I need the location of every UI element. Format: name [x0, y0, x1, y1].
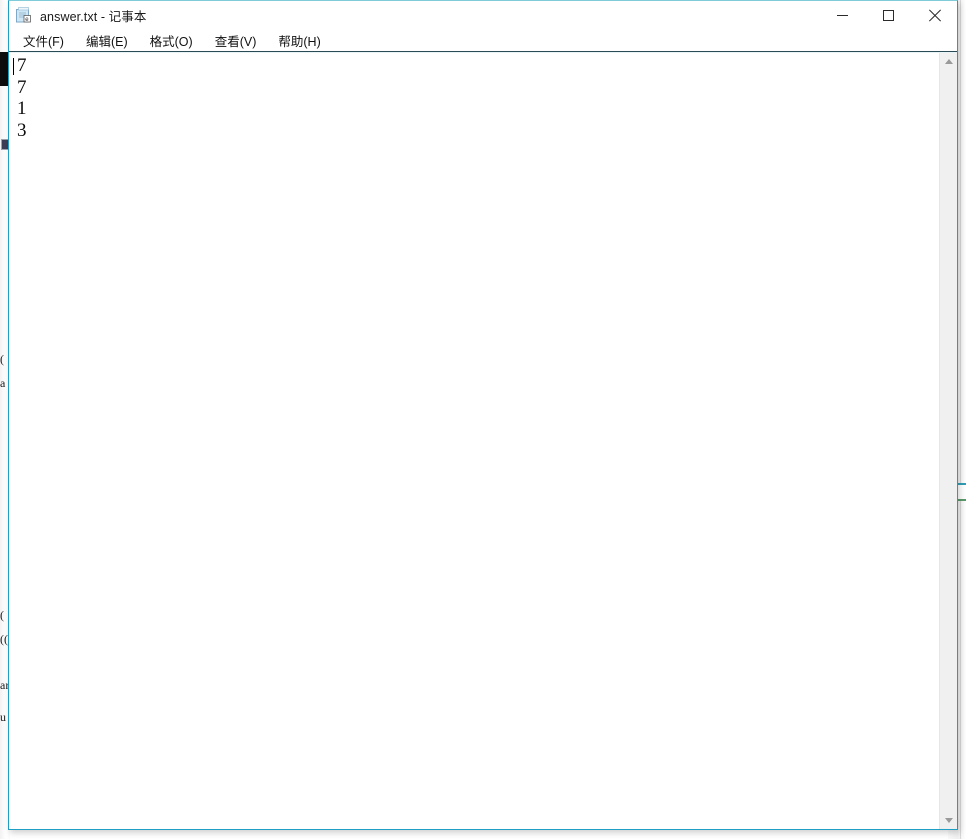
text-line: 7: [17, 76, 27, 98]
text-line: 3: [17, 119, 27, 141]
minimize-icon: [836, 15, 848, 16]
background-window-right-rule: [960, 0, 961, 839]
menu-item-file[interactable]: 文件(F): [21, 30, 66, 51]
client-area: 7 7 1 3: [9, 52, 957, 829]
minimize-button[interactable]: [819, 1, 865, 30]
chevron-down-icon: [944, 818, 953, 823]
menu-item-view[interactable]: 查看(V): [213, 30, 259, 51]
text-line: 7: [17, 55, 27, 76]
window-title: answer.txt - 记事本: [40, 10, 147, 24]
text-editor-area[interactable]: 7 7 1 3: [9, 53, 939, 829]
close-icon: [928, 9, 941, 22]
title-bar[interactable]: e answer.txt - 记事本: [9, 1, 957, 30]
maximize-button[interactable]: [865, 1, 911, 30]
menu-item-help[interactable]: 帮助(H): [276, 30, 322, 51]
window-controls: [819, 1, 957, 30]
menu-item-edit[interactable]: 编辑(E): [84, 30, 130, 51]
close-button[interactable]: [911, 1, 957, 30]
scroll-down-button[interactable]: [940, 812, 957, 829]
text-caret: [13, 58, 14, 75]
notepad-icon: e: [15, 7, 32, 24]
text-line: 1: [17, 98, 27, 119]
menu-bar: 文件(F) 编辑(E) 格式(O) 查看(V) 帮助(H): [9, 30, 957, 52]
scrollbar-track[interactable]: [940, 70, 957, 812]
menu-item-format[interactable]: 格式(O): [148, 30, 195, 51]
notepad-window: e answer.txt - 记事本 文件(F) 编辑(E) 格式(O) 查看(…: [8, 0, 958, 830]
vertical-scrollbar[interactable]: [939, 53, 957, 829]
maximize-icon: [882, 10, 894, 21]
scroll-up-button[interactable]: [940, 53, 957, 70]
chevron-up-icon: [944, 59, 953, 64]
background-window-dark-block: [0, 52, 8, 86]
